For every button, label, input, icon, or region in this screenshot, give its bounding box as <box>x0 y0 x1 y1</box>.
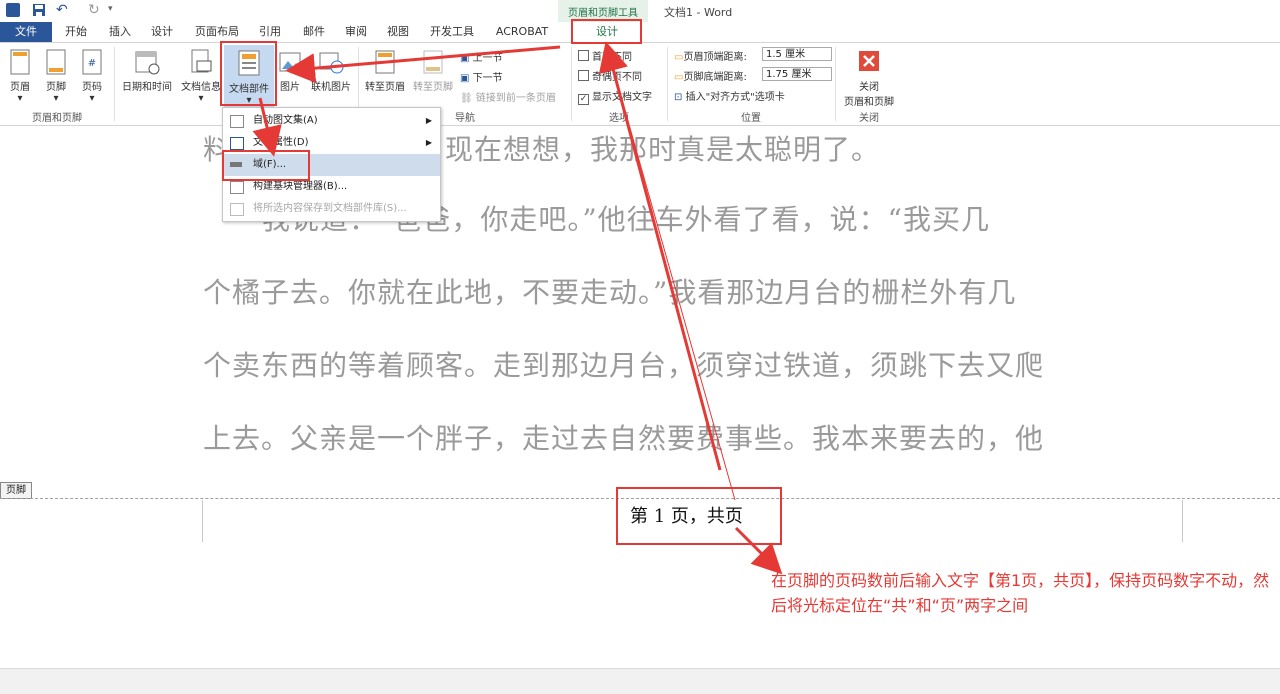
arrow-to-field <box>252 97 282 157</box>
cursor-guide-line <box>607 49 736 501</box>
arrow-to-design-tab <box>598 41 722 471</box>
annotation-note: 在页脚的页码数前后输入文字【第1页，共页】，保持页码数字不动，然后将光标定位在“… <box>771 571 1270 615</box>
arrow-to-note <box>734 526 783 575</box>
arrow-to-quick-parts <box>285 45 561 84</box>
